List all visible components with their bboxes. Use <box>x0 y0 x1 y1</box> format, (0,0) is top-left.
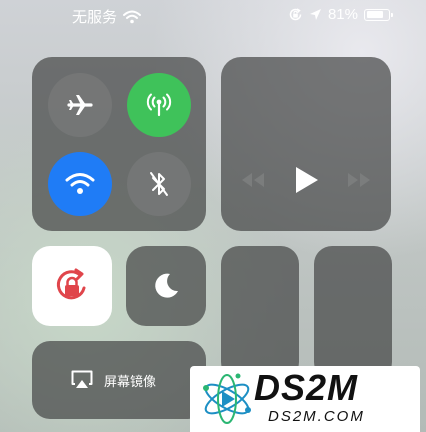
cellular-data-button[interactable] <box>127 73 191 137</box>
screen-mirroring-label: 屏幕镜像 <box>104 373 157 389</box>
watermark-url: DS2M.COM <box>268 408 365 425</box>
rewind-icon[interactable] <box>239 171 267 189</box>
atom-logo-icon <box>203 373 251 424</box>
carrier-label: 无服务 <box>72 9 118 26</box>
location-arrow-icon <box>309 9 321 20</box>
wifi-status-icon <box>123 10 142 23</box>
play-icon[interactable] <box>292 165 320 195</box>
orientation-lock-status-icon <box>289 8 302 21</box>
connectivity-module <box>32 57 206 231</box>
airplane-mode-button[interactable] <box>48 73 112 137</box>
wifi-icon <box>65 173 95 194</box>
battery-icon <box>364 8 393 21</box>
battery-percent: 81% <box>327 6 358 23</box>
watermark: DS2M DS2M.COM <box>190 366 420 432</box>
battery-fill <box>366 11 383 18</box>
fast-forward-icon[interactable] <box>345 171 373 189</box>
bluetooth-icon <box>150 172 168 196</box>
airplane-icon <box>67 95 93 115</box>
media-controls <box>221 165 391 195</box>
carrier-group: 无服务 <box>72 6 142 27</box>
wifi-button[interactable] <box>48 152 112 216</box>
rotation-lock-icon <box>56 268 86 300</box>
bluetooth-button[interactable] <box>127 152 191 216</box>
screen-mirroring-button[interactable]: 屏幕镜像 <box>32 341 206 419</box>
media-module <box>221 57 391 231</box>
status-bar: 无服务 81% <box>0 0 426 30</box>
volume-slider[interactable] <box>314 246 392 380</box>
rotation-lock-button[interactable] <box>32 246 112 326</box>
watermark-title: DS2M <box>254 367 359 408</box>
right-status-group: 81% <box>288 6 393 23</box>
brightness-slider[interactable] <box>221 246 299 380</box>
airplay-icon <box>71 370 93 388</box>
moon-icon <box>155 273 178 298</box>
cellular-antenna-icon <box>146 93 172 117</box>
do-not-disturb-button[interactable] <box>126 246 206 326</box>
